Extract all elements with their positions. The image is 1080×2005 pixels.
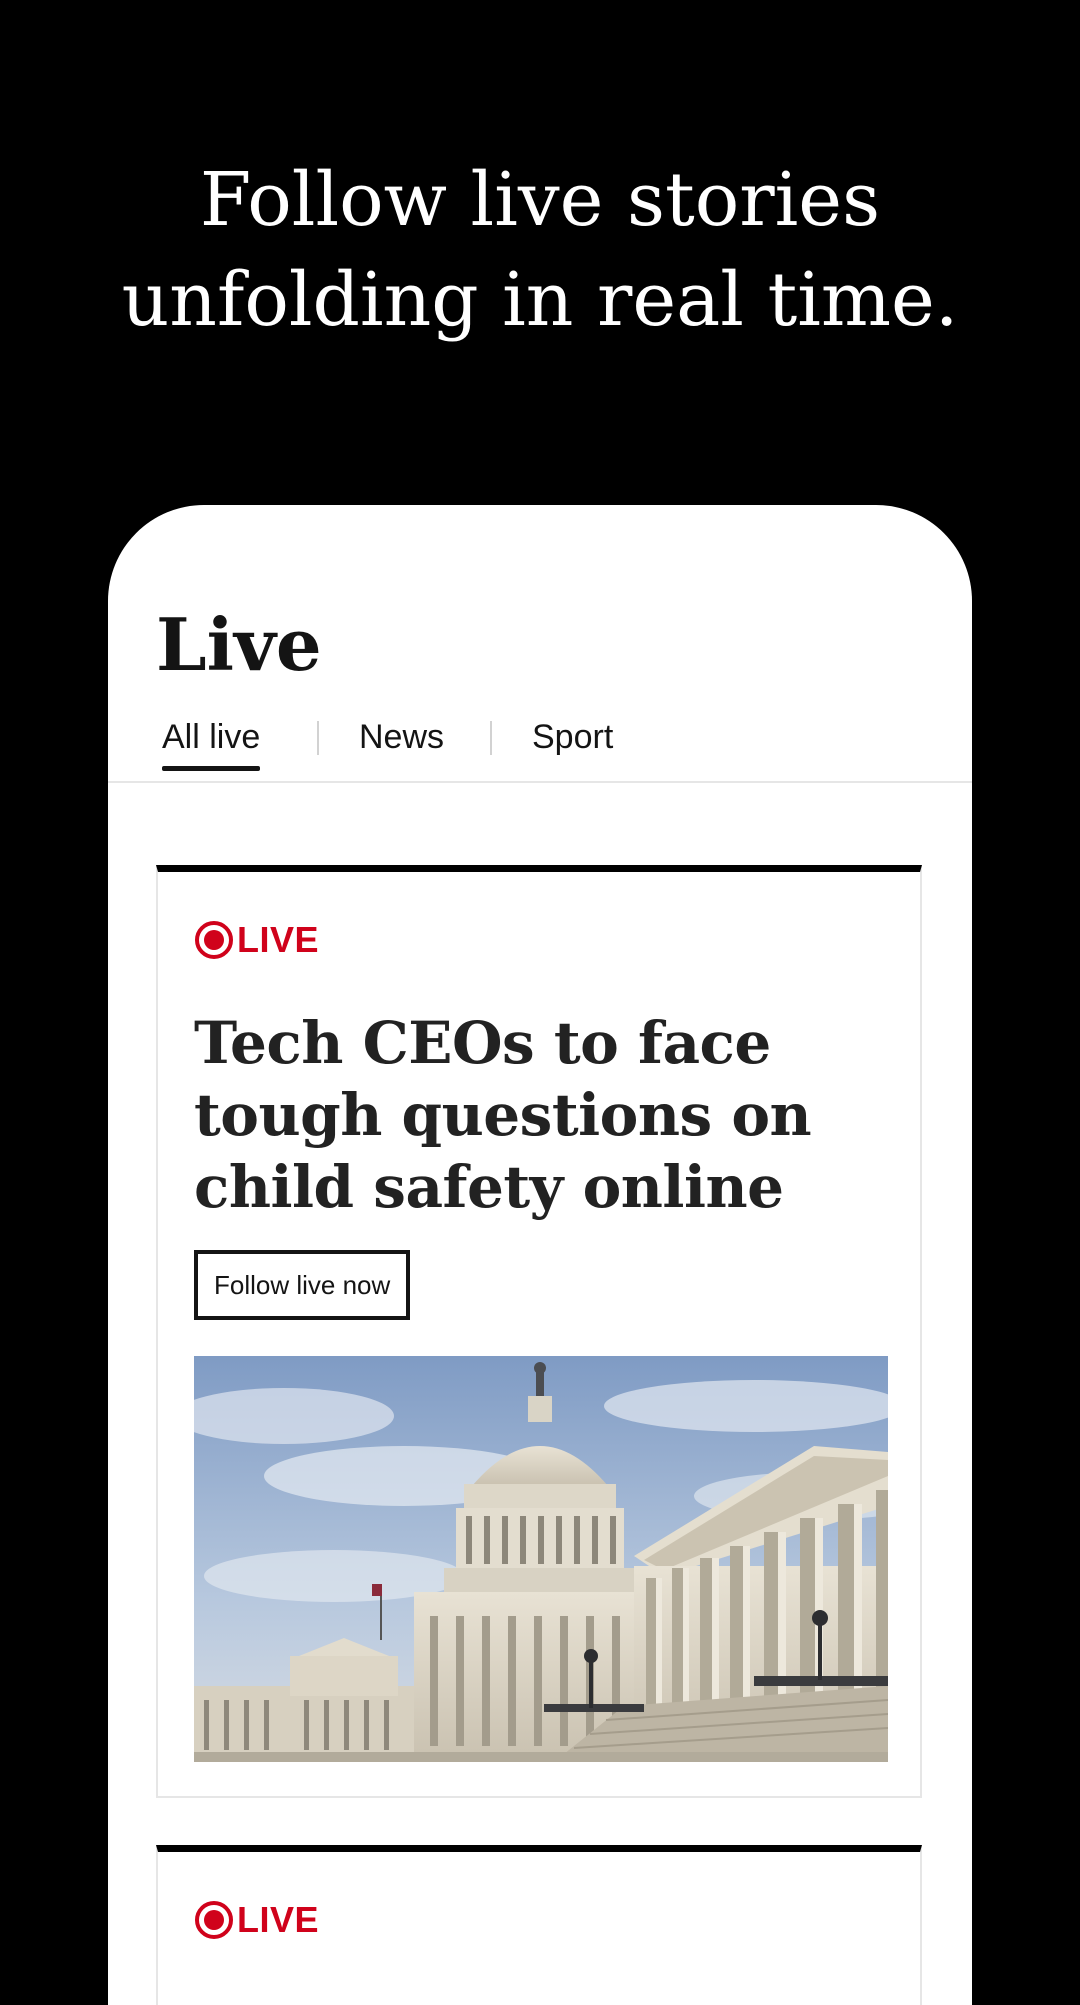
tab-news[interactable]: News	[359, 715, 444, 773]
phone-screen: Live All live News Sport LIVE Tech CEOs …	[108, 505, 972, 2005]
live-badge-label: LIVE	[237, 1899, 320, 1940]
promo-headline-line1: Follow live stories	[199, 157, 881, 243]
live-story-card[interactable]: LIVE Tech CEOs to face tough questions o…	[156, 865, 922, 1798]
promo-headline: Follow live stories unfolding in real ti…	[0, 150, 1080, 350]
tab-all-live[interactable]: All live	[162, 715, 261, 773]
promo-headline-line2: unfolding in real time.	[121, 257, 959, 343]
capitol-building-photo[interactable]	[194, 1356, 888, 1762]
live-record-icon	[195, 921, 233, 959]
live-badge: LIVE	[194, 920, 319, 960]
tab-sport[interactable]: Sport	[532, 715, 613, 773]
page-title: Live	[156, 602, 322, 687]
live-badge-label: LIVE	[237, 919, 320, 960]
live-record-icon	[195, 1901, 233, 1939]
story-title[interactable]: Tech CEOs to face tough questions on chi…	[194, 1007, 884, 1223]
follow-live-button[interactable]: Follow live now	[194, 1250, 411, 1320]
tab-divider	[317, 721, 319, 755]
live-story-card[interactable]: LIVE	[156, 1845, 922, 2005]
tab-bar: All live News Sport	[108, 715, 972, 783]
live-badge: LIVE	[194, 1900, 319, 1940]
tab-divider	[490, 721, 492, 755]
